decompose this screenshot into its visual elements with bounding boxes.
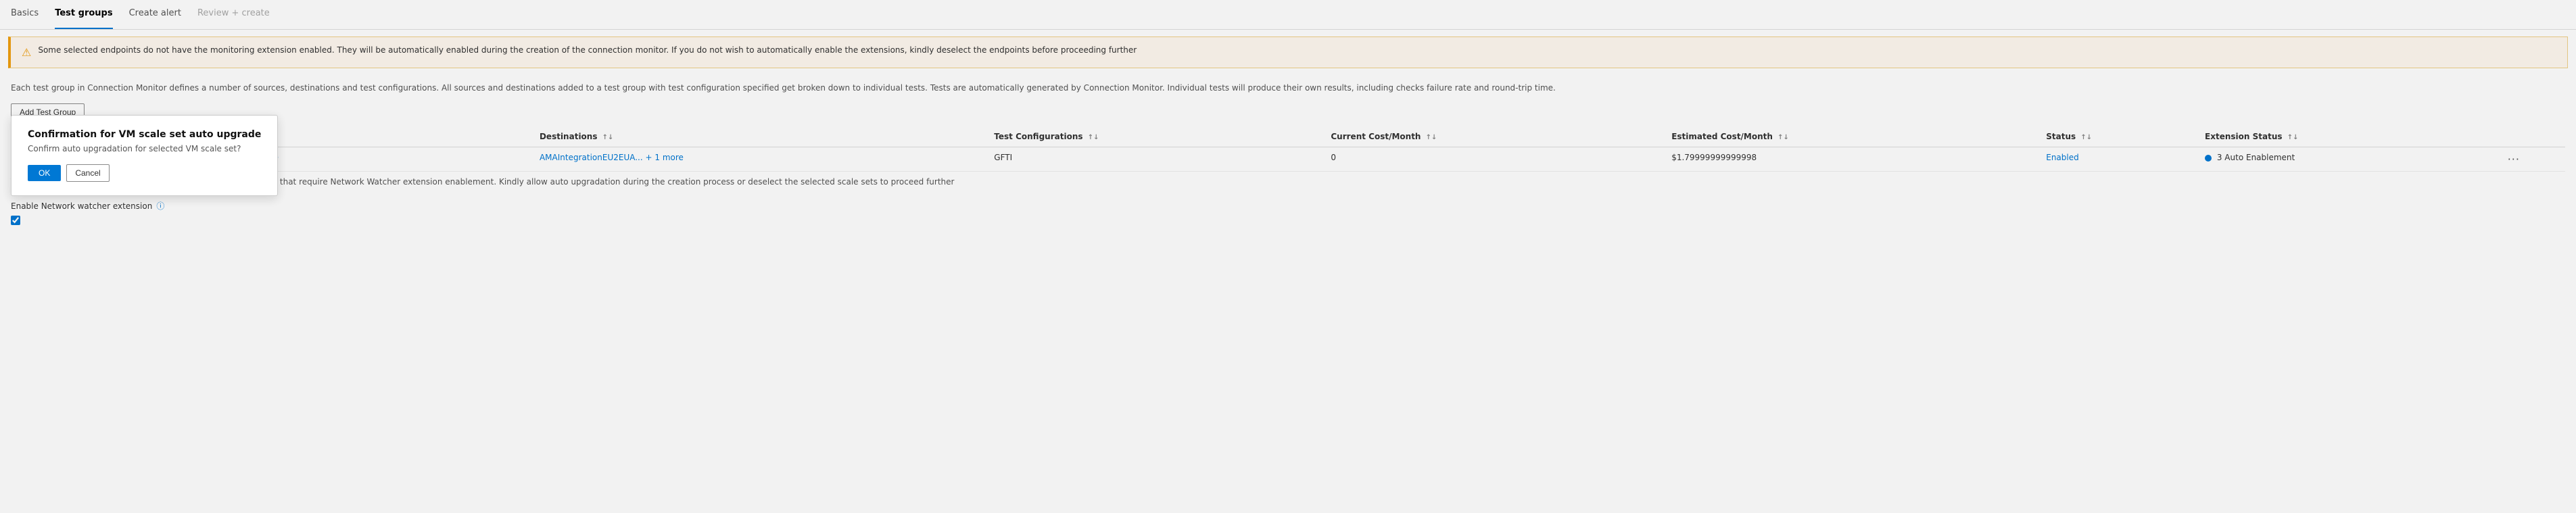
modal-title: Confirmation for VM scale set auto upgra…	[28, 129, 261, 140]
confirmation-modal: Confirmation for VM scale set auto upgra…	[11, 115, 278, 196]
modal-ok-button[interactable]: OK	[28, 165, 61, 181]
modal-cancel-button[interactable]: Cancel	[66, 164, 109, 182]
modal-description: Confirm auto upgradation for selected VM…	[28, 144, 261, 153]
modal-overlay: Confirmation for VM scale set auto upgra…	[0, 0, 2576, 513]
modal-actions: OK Cancel	[28, 164, 261, 182]
